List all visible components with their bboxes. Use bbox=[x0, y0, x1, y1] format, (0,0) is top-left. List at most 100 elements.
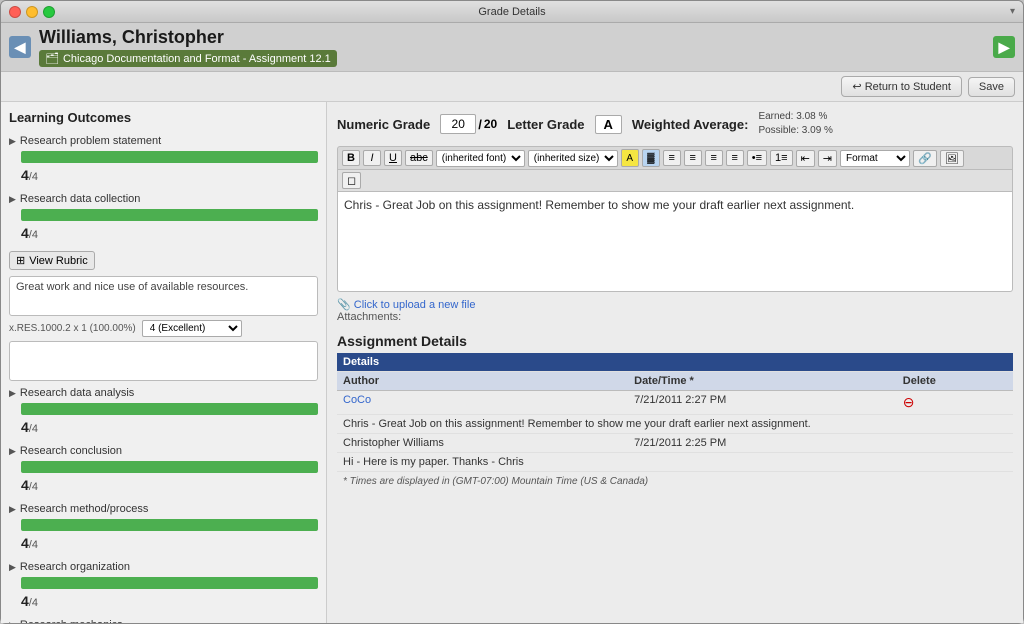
link-button[interactable]: 🔗 bbox=[913, 150, 937, 167]
grade-row: Numeric Grade / 20 Letter Grade A Weight… bbox=[337, 110, 1013, 138]
progress-bar-organization bbox=[21, 577, 318, 589]
editor-toolbar: B I U abc (inherited font) (inherited si… bbox=[337, 146, 1013, 170]
outcome-item-collection: ▶ Research data collection 4 / 4 ⊞ View … bbox=[9, 191, 318, 381]
nav-left-button[interactable]: ◀ bbox=[9, 36, 31, 58]
right-panel: Numeric Grade / 20 Letter Grade A Weight… bbox=[327, 102, 1023, 623]
outcome-header-analysis[interactable]: ▶ Research data analysis bbox=[9, 385, 318, 401]
outcome-arrow-mechanics: ▶ bbox=[9, 620, 16, 624]
col-datetime-header: Date/Time * bbox=[628, 372, 897, 391]
select-label: x.RES.1000.2 x 1 (100.00%) bbox=[9, 323, 136, 334]
minimize-button[interactable] bbox=[26, 6, 38, 18]
outcome-header-organization[interactable]: ▶ Research organization bbox=[9, 559, 318, 575]
author-coco: CoCo bbox=[337, 391, 628, 415]
outcome-item-conclusion: ▶ Research conclusion 4 / 4 bbox=[9, 443, 318, 497]
progress-bar-problem bbox=[21, 151, 318, 163]
earned-value: Earned: 3.08 % bbox=[758, 110, 833, 124]
select-row: x.RES.1000.2 x 1 (100.00%) 4 (Excellent)… bbox=[9, 320, 318, 337]
outcome-label-method: Research method/process bbox=[20, 503, 148, 515]
progress-bar-organization-container bbox=[21, 577, 318, 589]
outcome-label-organization: Research organization bbox=[20, 561, 130, 573]
extra-notes-box[interactable] bbox=[9, 341, 318, 381]
close-button[interactable] bbox=[9, 6, 21, 18]
format-select[interactable]: Format bbox=[840, 150, 910, 167]
score-select[interactable]: 4 (Excellent) 3 (Proficient) 2 (Basic) 1… bbox=[142, 320, 242, 337]
highlight-color-button[interactable]: ▓ bbox=[642, 149, 660, 167]
outcome-item-mechanics: ▶ Research mechanics 4 / 4 bbox=[9, 617, 318, 623]
weighted-values: Earned: 3.08 % Possible: 3.09 % bbox=[758, 110, 833, 138]
table-row-comment-chris: Hi - Here is my paper. Thanks - Chris bbox=[337, 453, 1013, 472]
author-chris: Christopher Williams bbox=[337, 434, 628, 453]
delete-chris bbox=[897, 434, 1013, 453]
source-button[interactable]: ◻ bbox=[342, 172, 361, 189]
details-header: Details bbox=[337, 353, 1013, 372]
outcome-item-organization: ▶ Research organization 4 / 4 bbox=[9, 559, 318, 613]
align-right-button[interactable]: ≡ bbox=[705, 150, 723, 166]
save-button[interactable]: Save bbox=[968, 77, 1015, 97]
grade-input-wrap: / 20 bbox=[440, 114, 497, 134]
outcome-label-collection: Research data collection bbox=[20, 193, 140, 205]
score-collection: 4 / 4 bbox=[21, 225, 38, 241]
main-content: Learning Outcomes ▶ Research problem sta… bbox=[1, 102, 1023, 623]
outcome-header-conclusion[interactable]: ▶ Research conclusion bbox=[9, 443, 318, 459]
progress-bar-collection-container bbox=[21, 209, 318, 221]
score-problem: 4 / 4 bbox=[21, 167, 38, 183]
nav-right-button[interactable]: ▶ bbox=[993, 36, 1015, 58]
italic-button[interactable]: I bbox=[363, 150, 381, 166]
feedback-box[interactable]: Great work and nice use of available res… bbox=[9, 276, 318, 316]
learning-outcomes-title: Learning Outcomes bbox=[9, 110, 318, 125]
datetime-chris: 7/21/2011 2:25 PM bbox=[628, 434, 897, 453]
outcome-label-conclusion: Research conclusion bbox=[20, 445, 122, 457]
table-row: CoCo 7/21/2011 2:27 PM ⊖ bbox=[337, 391, 1013, 415]
upload-link[interactable]: Click to upload a new file bbox=[354, 299, 476, 311]
align-justify-button[interactable]: ≡ bbox=[726, 150, 744, 166]
numbered-list-button[interactable]: 1≡ bbox=[770, 150, 793, 166]
strikethrough-button[interactable]: abc bbox=[405, 150, 433, 166]
indent-button[interactable]: ⇥ bbox=[818, 150, 837, 167]
details-table: Details Author Date/Time * Delete CoCo 7… bbox=[337, 353, 1013, 472]
datetime-coco: 7/21/2011 2:27 PM bbox=[628, 391, 897, 415]
return-to-student-button[interactable]: ↩ Return to Student bbox=[841, 76, 962, 97]
numeric-grade-input[interactable] bbox=[440, 114, 476, 134]
assignment-tag: 🗂 Chicago Documentation and Format - Ass… bbox=[39, 50, 337, 67]
outcome-header-method[interactable]: ▶ Research method/process bbox=[9, 501, 318, 517]
view-rubric-button[interactable]: ⊞ View Rubric bbox=[9, 251, 95, 270]
font-select[interactable]: (inherited font) bbox=[436, 150, 525, 167]
underline-button[interactable]: U bbox=[384, 150, 402, 166]
align-left-button[interactable]: ≡ bbox=[663, 150, 681, 166]
progress-bar-analysis bbox=[21, 403, 318, 415]
progress-bar-collection bbox=[21, 209, 318, 221]
col-delete-header: Delete bbox=[897, 372, 1013, 391]
header-row: ◀ Williams, Christopher 🗂 Chicago Docume… bbox=[1, 23, 1023, 72]
maximize-button[interactable] bbox=[43, 6, 55, 18]
size-select[interactable]: (inherited size) bbox=[528, 150, 618, 167]
table-row-comment-coco: Chris - Great Job on this assignment! Re… bbox=[337, 415, 1013, 434]
outcome-arrow-organization: ▶ bbox=[9, 562, 16, 573]
editor-area[interactable]: Chris - Great Job on this assignment! Re… bbox=[337, 192, 1013, 292]
progress-bar-conclusion-container bbox=[21, 461, 318, 473]
text-color-button[interactable]: A bbox=[621, 149, 639, 167]
outcome-header-collection[interactable]: ▶ Research data collection bbox=[9, 191, 318, 207]
comment-chris: Hi - Here is my paper. Thanks - Chris bbox=[337, 453, 1013, 472]
paperclip-icon: 📎 bbox=[337, 299, 351, 311]
outcome-header-mechanics[interactable]: ▶ Research mechanics bbox=[9, 617, 318, 623]
outcome-header-problem[interactable]: ▶ Research problem statement bbox=[9, 133, 318, 149]
grade-max: 20 bbox=[484, 117, 497, 131]
outdent-button[interactable]: ⇤ bbox=[796, 150, 815, 167]
comment-coco: Chris - Great Job on this assignment! Re… bbox=[337, 415, 1013, 434]
outcome-arrow-analysis: ▶ bbox=[9, 388, 16, 399]
score-conclusion: 4 / 4 bbox=[21, 477, 38, 493]
align-center-button[interactable]: ≡ bbox=[684, 150, 702, 166]
outcome-label-problem: Research problem statement bbox=[20, 135, 161, 147]
bullet-list-button[interactable]: •≡ bbox=[747, 150, 767, 166]
col-author-header: Author bbox=[337, 372, 628, 391]
bold-button[interactable]: B bbox=[342, 150, 360, 166]
rubric-section: ⊞ View Rubric bbox=[9, 251, 318, 270]
table-row: Christopher Williams 7/21/2011 2:25 PM bbox=[337, 434, 1013, 453]
delete-coco[interactable]: ⊖ bbox=[897, 391, 1013, 415]
toolbar-row: ↩ Return to Student Save bbox=[1, 72, 1023, 102]
progress-bar-problem-container bbox=[21, 151, 318, 163]
image-button[interactable]: 🖼 bbox=[940, 150, 964, 167]
student-name: Williams, Christopher bbox=[39, 27, 985, 48]
left-panel: Learning Outcomes ▶ Research problem sta… bbox=[1, 102, 327, 623]
outcome-label-analysis: Research data analysis bbox=[20, 387, 134, 399]
